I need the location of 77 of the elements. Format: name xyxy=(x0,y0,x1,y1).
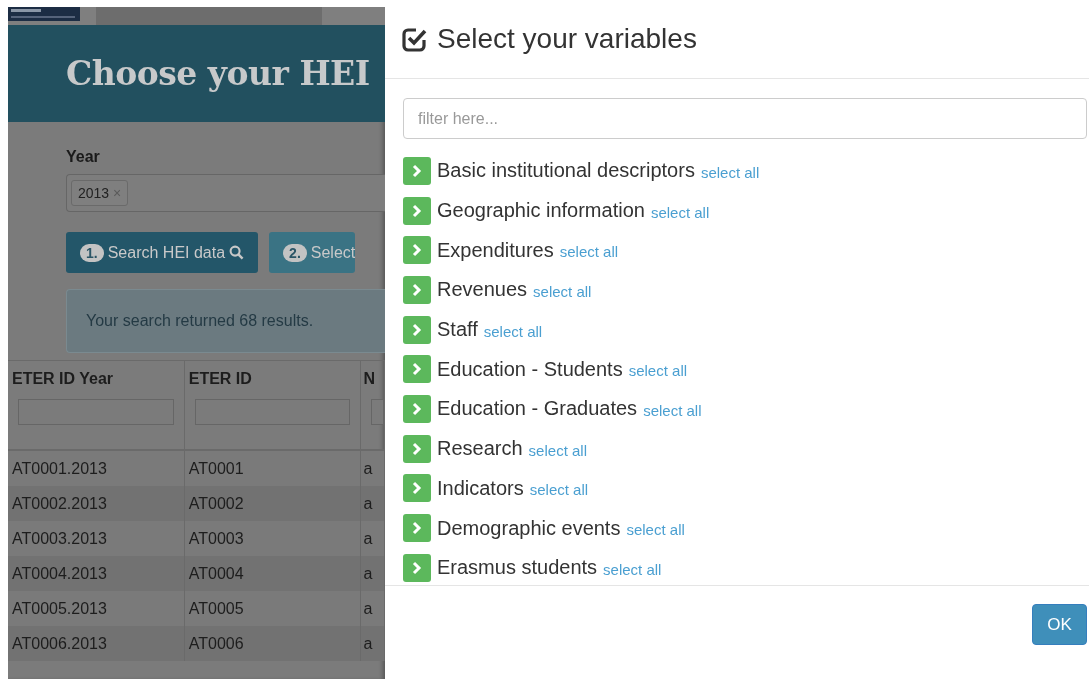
select-all-link[interactable]: select all xyxy=(559,243,619,261)
expand-button[interactable] xyxy=(403,275,431,304)
select-all-link[interactable]: select all xyxy=(529,481,589,499)
select-all-link[interactable]: select all xyxy=(700,163,760,181)
checkbox-icon xyxy=(401,26,427,52)
select-all-link[interactable]: select all xyxy=(650,203,710,221)
expand-button[interactable] xyxy=(403,196,431,225)
step-button[interactable]: 1. Search HEI data xyxy=(66,232,259,273)
chevron-right-icon xyxy=(411,282,423,297)
variable-group-label[interactable]: Erasmus students xyxy=(437,556,598,580)
table-cell: a xyxy=(361,521,385,556)
table-cell: AT0005 xyxy=(184,591,361,626)
results-alert: Your search returned 68 results. xyxy=(66,289,385,353)
variable-group-label[interactable]: Revenues xyxy=(437,278,528,302)
variable-group-label[interactable]: Geographic information xyxy=(437,199,645,223)
chevron-right-icon xyxy=(411,322,423,337)
chevron-right-icon xyxy=(411,481,423,496)
table-cell: a xyxy=(361,556,385,591)
chevron-right-icon xyxy=(411,243,423,258)
variable-group-label[interactable]: Expenditures xyxy=(437,238,554,262)
table-cell: AT0001 xyxy=(184,450,361,486)
year-select-field[interactable]: 2013 × xyxy=(66,174,385,212)
column-header: ETER ID xyxy=(184,360,361,393)
table-cell: AT0006 xyxy=(184,626,361,661)
table-cell: AT0003 xyxy=(184,521,361,556)
table-cell: AT0001.2013 xyxy=(8,450,185,486)
column-header: N xyxy=(361,360,385,393)
modal-title: Select your variables xyxy=(437,23,697,55)
table-cell: a xyxy=(361,486,385,521)
table-cell: AT0002 xyxy=(184,486,361,521)
chevron-right-icon xyxy=(411,163,423,178)
variable-group-label[interactable]: Education - Students xyxy=(437,357,623,381)
table-cell: AT0004.2013 xyxy=(8,556,185,591)
chevron-right-icon xyxy=(411,401,423,416)
field-label: Year xyxy=(66,148,101,166)
variable-group-label[interactable]: Staff xyxy=(437,318,478,342)
chevron-right-icon xyxy=(411,441,423,456)
variable-group-label[interactable]: Indicators xyxy=(437,476,524,500)
column-header: ETER ID Year xyxy=(8,360,185,393)
select-all-link[interactable]: select all xyxy=(628,362,688,380)
table-cell: AT0005.2013 xyxy=(8,591,185,626)
table-cell: AT0006.2013 xyxy=(8,626,185,661)
chevron-right-icon xyxy=(411,521,423,536)
variable-group-label[interactable]: Education - Graduates xyxy=(437,397,638,421)
variable-group-label[interactable]: Research xyxy=(437,437,523,461)
variable-group-label[interactable]: Demographic events xyxy=(437,516,621,540)
step-button[interactable]: 2. Select xyxy=(269,232,356,273)
chevron-right-icon xyxy=(411,362,423,377)
select-all-link[interactable]: select all xyxy=(528,441,587,459)
year-tag[interactable]: 2013 × xyxy=(71,180,129,206)
expand-button[interactable] xyxy=(403,474,431,503)
table-cell: a xyxy=(361,591,385,626)
table-cell: AT0003.2013 xyxy=(8,521,185,556)
expand-button[interactable] xyxy=(403,156,431,185)
expand-button[interactable] xyxy=(403,236,431,265)
expand-button[interactable] xyxy=(403,514,431,543)
table-cell: AT0002.2013 xyxy=(8,486,185,521)
select-all-link[interactable]: select all xyxy=(483,322,543,340)
logo-icon xyxy=(8,7,80,21)
variable-group-label[interactable]: Basic institutional descriptors xyxy=(437,159,695,183)
select-all-link[interactable]: select all xyxy=(626,521,685,539)
page-title: Choose your HEI xyxy=(66,54,370,93)
expand-button[interactable] xyxy=(403,315,431,344)
filter-field[interactable]: filter here... xyxy=(403,98,1087,139)
select-all-link[interactable]: select all xyxy=(643,401,702,419)
search-icon xyxy=(229,245,245,260)
select-all-link[interactable]: select all xyxy=(603,560,662,578)
expand-button[interactable] xyxy=(403,434,431,463)
table-cell: a xyxy=(361,626,385,661)
ok-button[interactable]: OK xyxy=(1032,604,1087,645)
expand-button[interactable] xyxy=(403,394,431,423)
table-cell: AT0004 xyxy=(184,556,361,591)
select-all-link[interactable]: select all xyxy=(533,282,592,300)
chevron-right-icon xyxy=(411,203,423,218)
expand-button[interactable] xyxy=(403,355,431,384)
chevron-right-icon xyxy=(411,560,423,575)
expand-button[interactable] xyxy=(403,553,431,582)
